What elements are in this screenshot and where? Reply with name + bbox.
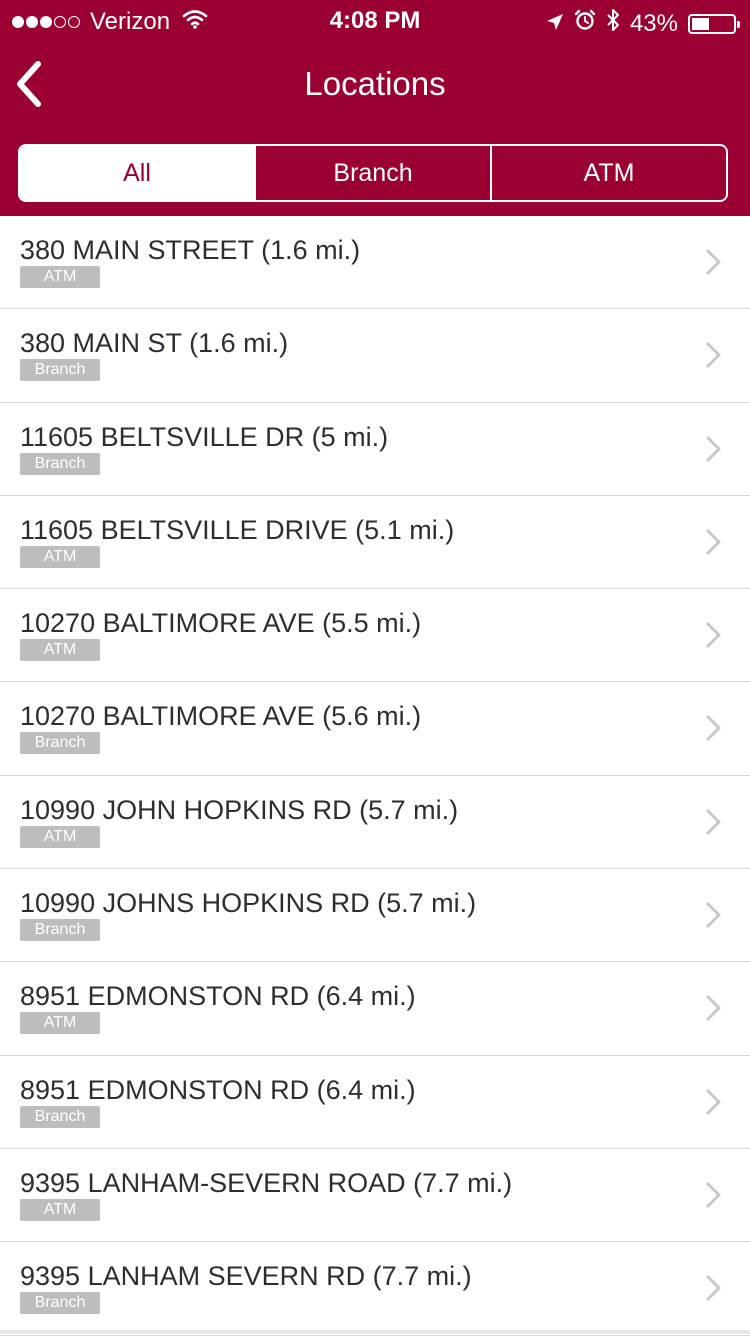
chevron-right-icon — [706, 342, 721, 368]
location-type-badge: Branch — [20, 732, 100, 755]
location-type-badge: Branch — [20, 919, 100, 942]
location-address: 380 MAIN ST (1.6 mi.) — [20, 328, 289, 359]
location-filter-segmented-control: All Branch ATM — [18, 144, 728, 202]
scroll-edge — [0, 1330, 750, 1334]
location-row[interactable]: 11605 BELTSVILLE DR (5 mi.) Branch — [0, 403, 750, 496]
location-row[interactable]: 10990 JOHNS HOPKINS RD (5.7 mi.) Branch — [0, 869, 750, 963]
bluetooth-icon — [606, 8, 620, 39]
chevron-right-icon — [706, 622, 721, 648]
battery-percent: 43% — [629, 9, 678, 37]
location-type-badge: Branch — [20, 1105, 100, 1128]
location-row[interactable]: 10270 BALTIMORE AVE (5.5 mi.) ATM — [0, 589, 750, 683]
header: Verizon 4:08 PM 43% Locations All Branch… — [0, 0, 750, 216]
alarm-icon — [574, 9, 596, 38]
segment-atm[interactable]: ATM — [490, 146, 726, 200]
location-type-badge: ATM — [20, 266, 100, 288]
chevron-right-icon — [706, 436, 721, 462]
location-row[interactable]: 8951 EDMONSTON RD (6.4 mi.) ATM — [0, 962, 750, 1056]
location-address: 9395 LANHAM SEVERN RD (7.7 mi.) — [20, 1261, 472, 1292]
chevron-right-icon — [706, 249, 721, 275]
location-row[interactable]: 10270 BALTIMORE AVE (5.6 mi.) Branch — [0, 682, 750, 776]
segment-all[interactable]: All — [20, 146, 254, 200]
location-type-badge: ATM — [20, 1198, 100, 1221]
chevron-right-icon — [706, 809, 721, 835]
nav-bar: Locations — [0, 40, 750, 130]
location-address: 11605 BELTSVILLE DR (5 mi.) — [20, 421, 389, 452]
chevron-right-icon — [706, 1182, 721, 1208]
location-address: 10270 BALTIMORE AVE (5.5 mi.) — [20, 608, 422, 639]
location-address: 10990 JOHN HOPKINS RD (5.7 mi.) — [20, 794, 459, 825]
page-title: Locations — [304, 65, 446, 102]
chevron-right-icon — [706, 1275, 721, 1301]
location-arrow-icon — [546, 10, 564, 38]
location-address: 11605 BELTSVILLE DRIVE (5.1 mi.) — [20, 514, 455, 545]
location-row[interactable]: 9395 LANHAM SEVERN RD (7.7 mi.) Branch — [0, 1242, 750, 1336]
location-row[interactable]: 9395 LANHAM-SEVERN ROAD (7.7 mi.) ATM — [0, 1149, 750, 1243]
location-address: 8951 EDMONSTON RD (6.4 mi.) — [20, 981, 416, 1012]
location-address: 380 MAIN STREET (1.6 mi.) — [20, 235, 361, 265]
location-row[interactable]: 380 MAIN ST (1.6 mi.) Branch — [0, 309, 750, 403]
location-row[interactable]: 11605 BELTSVILLE DRIVE (5.1 mi.) ATM — [0, 496, 750, 590]
location-type-badge: ATM — [20, 825, 100, 848]
battery-level — [692, 17, 709, 30]
location-type-badge: ATM — [20, 1012, 100, 1035]
location-row[interactable]: 380 MAIN STREET (1.6 mi.) ATM — [0, 216, 750, 310]
location-address: 10270 BALTIMORE AVE (5.6 mi.) — [20, 701, 422, 732]
location-type-badge: Branch — [20, 1292, 100, 1315]
location-type-badge: Branch — [20, 452, 100, 475]
location-type-badge: ATM — [20, 545, 100, 568]
location-row[interactable]: 8951 EDMONSTON RD (6.4 mi.) Branch — [0, 1056, 750, 1149]
location-address: 10990 JOHNS HOPKINS RD (5.7 mi.) — [20, 888, 477, 919]
location-address: 8951 EDMONSTON RD (6.4 mi.) — [20, 1074, 416, 1105]
location-list: 380 MAIN STREET (1.6 mi.) ATM 380 MAIN ST … — [0, 216, 750, 1336]
location-address: 9395 LANHAM-SEVERN ROAD (7.7 mi.) — [20, 1167, 513, 1198]
chevron-right-icon — [706, 995, 721, 1021]
chevron-right-icon — [706, 902, 721, 928]
battery-icon — [688, 13, 740, 34]
segment-branch[interactable]: Branch — [254, 146, 490, 200]
location-type-badge: Branch — [20, 359, 100, 382]
chevron-right-icon — [706, 529, 721, 555]
status-bar: Verizon 4:08 PM 43% — [0, 0, 750, 40]
location-row[interactable]: 10990 JOHN HOPKINS RD (5.7 mi.) ATM — [0, 776, 750, 870]
chevron-right-icon — [706, 1089, 721, 1115]
chevron-right-icon — [706, 715, 721, 741]
status-right: 43% — [546, 8, 740, 39]
location-type-badge: ATM — [20, 639, 100, 662]
